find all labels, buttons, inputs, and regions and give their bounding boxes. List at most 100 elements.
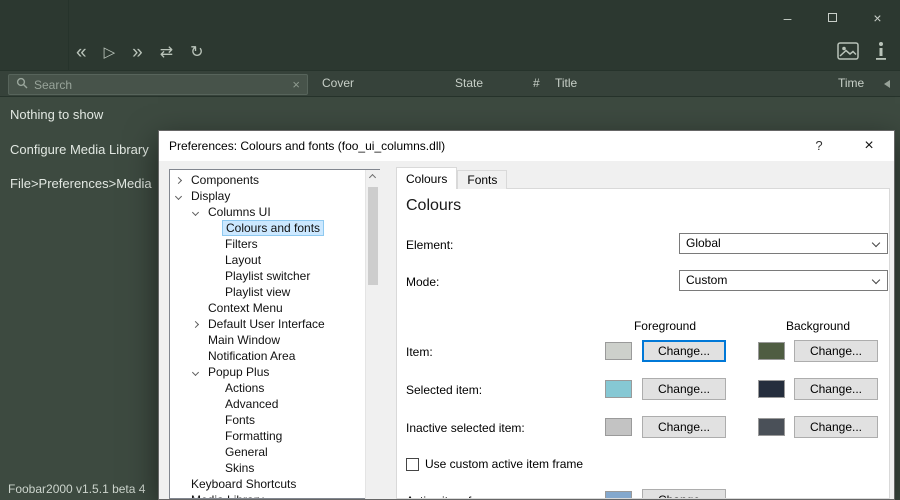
column-header-number[interactable]: # (533, 76, 540, 90)
change-foreground-button[interactable]: Change... (642, 340, 726, 362)
scroll-up-icon[interactable] (369, 174, 376, 181)
tree-item-formatting[interactable]: Formatting (170, 428, 379, 444)
tree-item-label: Media Library (188, 493, 267, 499)
background-column-header: Background (778, 319, 858, 333)
column-header-state[interactable]: State (455, 76, 483, 90)
repeat-button[interactable]: ↻ (190, 35, 203, 71)
element-dropdown-value: Global (686, 236, 721, 250)
change-background-button[interactable]: Change... (794, 340, 878, 362)
search-box[interactable]: × (8, 74, 308, 95)
foreground-swatch (605, 342, 632, 360)
checkbox-label: Use custom active item frame (425, 457, 583, 471)
configure-media-library-link[interactable]: Configure Media Library (10, 142, 149, 157)
change-background-button[interactable]: Change... (794, 378, 878, 400)
colours-panel: Colours Element: Global Mode: Custom For… (396, 188, 890, 499)
tree-item-label: Components (188, 173, 262, 187)
expand-icon[interactable] (192, 320, 199, 327)
page-title: Colours (406, 197, 461, 215)
tree-item-fonts[interactable]: Fonts (170, 412, 379, 428)
background-swatch (758, 380, 785, 398)
tree-item-label: Formatting (222, 429, 285, 443)
tree-item-label: Keyboard Shortcuts (188, 477, 299, 491)
tree-item-actions[interactable]: Actions (170, 380, 379, 396)
tree-item-keyboard-shortcuts[interactable]: Keyboard Shortcuts (170, 476, 379, 492)
foreground-column-header: Foreground (625, 319, 705, 333)
tree-item-playlist-view[interactable]: Playlist view (170, 284, 379, 300)
status-bar-text: Foobar2000 v1.5.1 beta 4 (8, 482, 145, 496)
maximize-button[interactable] (810, 0, 855, 35)
tree-item-label: Filters (222, 237, 261, 251)
tree-item-label: Popup Plus (205, 365, 272, 379)
tree-item-layout[interactable]: Layout (170, 252, 379, 268)
tree-item-playlist-switcher[interactable]: Playlist switcher (170, 268, 379, 284)
tree-item-label: Context Menu (205, 301, 286, 315)
tree-item-context-menu[interactable]: Context Menu (170, 300, 379, 316)
tree-item-label: Fonts (222, 413, 258, 427)
tree-item-components[interactable]: Components (170, 172, 379, 188)
foreground-swatch (605, 380, 632, 398)
dialog-close-button[interactable]: × (852, 131, 886, 161)
tree-item-media-library[interactable]: Media Library (170, 492, 379, 499)
colour-row-label: Inactive selected item: (406, 421, 525, 435)
column-header-title[interactable]: Title (555, 76, 577, 90)
change-background-button[interactable]: Change... (794, 416, 878, 438)
tab-fonts[interactable]: Fonts (457, 170, 507, 189)
colour-row-label: Selected item: (406, 383, 482, 397)
minimize-button[interactable]: – (765, 0, 810, 35)
help-button[interactable]: ? (802, 131, 836, 161)
expand-icon[interactable] (175, 176, 182, 183)
tree-item-colours-and-fonts[interactable]: Colours and fonts (170, 220, 379, 236)
mode-dropdown[interactable]: Custom (679, 270, 888, 291)
app-titlebar[interactable]: – × (0, 0, 900, 35)
tab-strip: Colours Fonts (396, 167, 507, 189)
colour-row-label: Item: (406, 345, 433, 359)
tree-item-filters[interactable]: Filters (170, 236, 379, 252)
foreground-swatch (605, 418, 632, 436)
tree-item-main-window[interactable]: Main Window (170, 332, 379, 348)
play-button[interactable]: ▷ (104, 35, 116, 71)
toolbar-right-group (837, 35, 888, 71)
collapse-icon[interactable] (192, 368, 199, 375)
scrollbar-thumb[interactable] (368, 187, 378, 285)
column-header-cover[interactable]: Cover (322, 76, 354, 90)
element-dropdown[interactable]: Global (679, 233, 888, 254)
change-foreground-button[interactable]: Change... (642, 489, 726, 499)
tree-item-advanced[interactable]: Advanced (170, 396, 379, 412)
search-icon (16, 76, 28, 94)
previous-button[interactable]: « (76, 35, 87, 71)
dialog-titlebar[interactable]: Preferences: Colours and fonts (foo_ui_c… (159, 131, 894, 161)
custom-active-item-frame-checkbox[interactable] (406, 458, 419, 471)
info-icon[interactable] (874, 41, 888, 66)
tree-item-skins[interactable]: Skins (170, 460, 379, 476)
tree-item-label: Default User Interface (205, 317, 328, 331)
change-foreground-button[interactable]: Change... (642, 378, 726, 400)
close-button[interactable]: × (855, 0, 900, 35)
foobar2000-window: – × « ▷ » ⇄ ↻ Cover State # Title Time (0, 0, 900, 500)
tree-item-label: Display (188, 189, 233, 203)
tree-item-notification-area[interactable]: Notification Area (170, 348, 379, 364)
tree-scrollbar[interactable] (365, 170, 380, 499)
collapse-icon[interactable] (192, 208, 199, 215)
column-header-time[interactable]: Time (838, 76, 864, 90)
clear-search-icon[interactable]: × (292, 77, 300, 92)
tree-item-columns-ui[interactable]: Columns UI (170, 204, 379, 220)
tree-item-label: Actions (222, 381, 267, 395)
collapse-icon[interactable] (175, 192, 182, 199)
window-controls: – × (765, 0, 900, 35)
search-input[interactable] (34, 78, 292, 92)
tree-item-label: Layout (222, 253, 264, 267)
preferences-tree: Components DisplayColumns UIColours and f… (169, 169, 380, 499)
next-button[interactable]: » (132, 35, 143, 71)
change-foreground-button[interactable]: Change... (642, 416, 726, 438)
collapse-icon[interactable] (175, 496, 182, 499)
tab-colours[interactable]: Colours (396, 167, 457, 189)
mode-label: Mode: (406, 275, 439, 289)
chevron-down-icon (872, 276, 880, 284)
album-art-icon[interactable] (837, 42, 859, 65)
shuffle-button[interactable]: ⇄ (160, 35, 173, 71)
tree-item-popup-plus[interactable]: Popup Plus (170, 364, 379, 380)
tree-item-label: Advanced (222, 397, 281, 411)
tree-item-general[interactable]: General (170, 444, 379, 460)
tree-item-display[interactable]: Display (170, 188, 379, 204)
tree-item-default-user-interface[interactable]: Default User Interface (170, 316, 379, 332)
